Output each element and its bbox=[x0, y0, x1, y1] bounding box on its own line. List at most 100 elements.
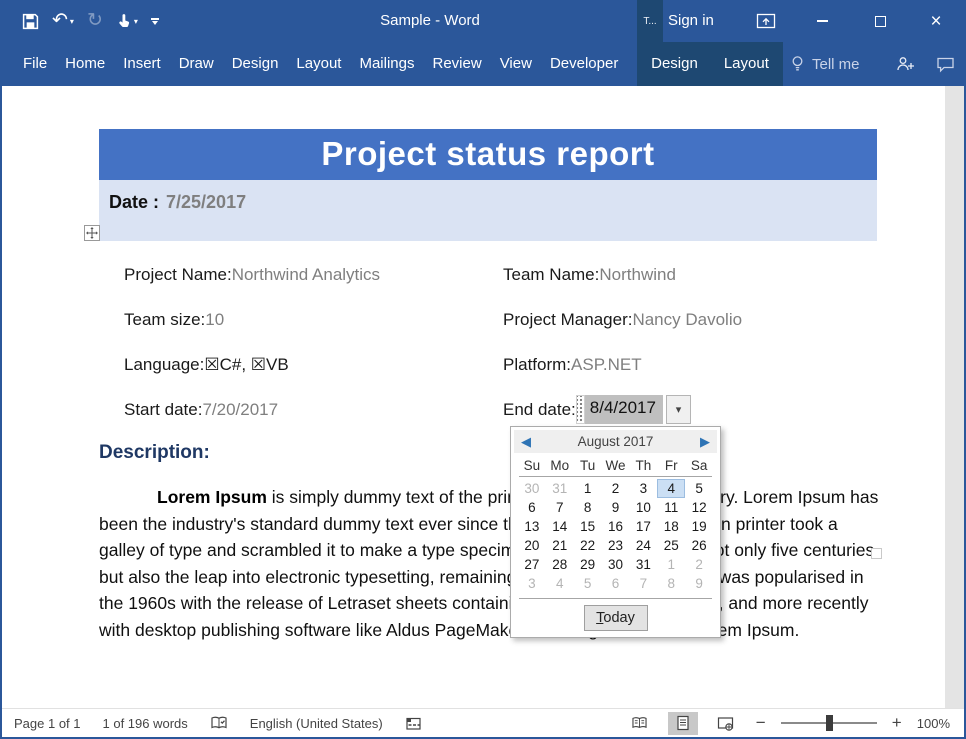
calendar-day[interactable]: 15 bbox=[574, 517, 602, 536]
date-dropdown-button[interactable]: ▾ bbox=[666, 395, 691, 424]
field-cell: Language:☒C#, ☒VB bbox=[124, 355, 503, 375]
day-header: We bbox=[602, 458, 630, 473]
calendar-day[interactable]: 2 bbox=[602, 479, 630, 498]
calendar-day[interactable]: 3 bbox=[629, 479, 657, 498]
calendar-day[interactable]: 30 bbox=[602, 555, 630, 574]
calendar-day[interactable]: 31 bbox=[546, 479, 574, 498]
calendar-day[interactable]: 7 bbox=[546, 498, 574, 517]
redo-icon: ↻ bbox=[87, 9, 103, 33]
calendar-separator-bottom bbox=[519, 598, 712, 599]
calendar-day[interactable]: 21 bbox=[546, 536, 574, 555]
calendar-day[interactable]: 26 bbox=[685, 536, 713, 555]
field-cell: Project Name:Northwind Analytics bbox=[124, 265, 503, 285]
read-mode-button[interactable] bbox=[625, 712, 655, 735]
page-count[interactable]: Page 1 of 1 bbox=[14, 716, 81, 731]
calendar-day[interactable]: 20 bbox=[518, 536, 546, 555]
tab-developer[interactable]: Developer bbox=[541, 42, 627, 86]
calendar-week-row: 272829303112 bbox=[511, 555, 720, 574]
calendar-day[interactable]: 29 bbox=[574, 555, 602, 574]
close-button[interactable]: × bbox=[914, 0, 958, 42]
sign-in-button[interactable]: Sign in bbox=[660, 0, 722, 42]
print-layout-button[interactable] bbox=[668, 712, 698, 735]
zoom-slider[interactable] bbox=[781, 715, 877, 731]
calendar-day[interactable]: 5 bbox=[685, 479, 713, 498]
contextual-tab-design[interactable]: Design bbox=[642, 42, 707, 86]
end-date-value[interactable]: 8/4/2017 bbox=[585, 395, 663, 424]
save-icon[interactable] bbox=[22, 9, 39, 33]
zoom-in-button[interactable]: + bbox=[890, 713, 904, 733]
ribbon-display-options-button[interactable] bbox=[753, 9, 779, 33]
calendar-day[interactable]: 28 bbox=[546, 555, 574, 574]
calendar-day[interactable]: 10 bbox=[629, 498, 657, 517]
calendar-day[interactable]: 8 bbox=[574, 498, 602, 517]
calendar-day[interactable]: 31 bbox=[629, 555, 657, 574]
minimize-button[interactable] bbox=[800, 0, 844, 42]
tab-design[interactable]: Design bbox=[223, 42, 288, 86]
end-date-picker-control[interactable]: 8/4/2017▾ bbox=[576, 395, 691, 424]
zoom-slider-thumb[interactable] bbox=[826, 715, 833, 731]
tab-home[interactable]: Home bbox=[56, 42, 114, 86]
touch-mode-dropdown-caret[interactable]: ▾ bbox=[134, 17, 138, 26]
undo-dropdown-caret[interactable]: ▾ bbox=[70, 17, 74, 26]
calendar-day[interactable]: 14 bbox=[546, 517, 574, 536]
content-control-handle[interactable] bbox=[576, 395, 585, 424]
calendar-day[interactable]: 5 bbox=[574, 574, 602, 593]
tab-view[interactable]: View bbox=[491, 42, 541, 86]
tab-draw[interactable]: Draw bbox=[170, 42, 223, 86]
tab-insert[interactable]: Insert bbox=[114, 42, 170, 86]
calendar-day[interactable]: 27 bbox=[518, 555, 546, 574]
field-label: End date: bbox=[503, 400, 576, 420]
language-indicator[interactable]: English (United States) bbox=[250, 716, 383, 731]
calendar-day[interactable]: 12 bbox=[685, 498, 713, 517]
touch-mode-button[interactable]: ▾ bbox=[116, 9, 138, 33]
calendar-day[interactable]: 7 bbox=[629, 574, 657, 593]
calendar-day[interactable]: 30 bbox=[518, 479, 546, 498]
calendar-day[interactable]: 9 bbox=[685, 574, 713, 593]
vertical-scrollbar[interactable] bbox=[945, 86, 964, 708]
calendar-day[interactable]: 2 bbox=[685, 555, 713, 574]
field-value: ☒C#, ☒VB bbox=[204, 355, 288, 375]
calendar-day[interactable]: 9 bbox=[602, 498, 630, 517]
next-month-button[interactable]: ▶ bbox=[700, 435, 710, 448]
web-layout-button[interactable] bbox=[711, 712, 741, 735]
previous-month-button[interactable]: ◀ bbox=[521, 435, 531, 448]
calendar-day[interactable]: 6 bbox=[602, 574, 630, 593]
calendar-day[interactable]: 3 bbox=[518, 574, 546, 593]
calendar-day[interactable]: 24 bbox=[629, 536, 657, 555]
calendar-day[interactable]: 25 bbox=[657, 536, 685, 555]
calendar-day[interactable]: 8 bbox=[657, 574, 685, 593]
calendar-day[interactable]: 23 bbox=[602, 536, 630, 555]
word-count[interactable]: 1 of 196 words bbox=[103, 716, 188, 731]
calendar-day[interactable]: 16 bbox=[602, 517, 630, 536]
table-move-handle[interactable] bbox=[84, 225, 100, 241]
share-person-add-icon[interactable] bbox=[888, 42, 922, 86]
comments-icon[interactable] bbox=[928, 42, 962, 86]
contextual-tab-layout[interactable]: Layout bbox=[715, 42, 778, 86]
tab-file[interactable]: File bbox=[14, 42, 56, 86]
undo-button[interactable]: ↶▾ bbox=[52, 9, 74, 33]
calendar-day[interactable]: 4 bbox=[546, 574, 574, 593]
date-label: Date : bbox=[109, 192, 159, 212]
macro-record-icon[interactable] bbox=[405, 716, 422, 731]
tab-mailings[interactable]: Mailings bbox=[350, 42, 423, 86]
calendar-day[interactable]: 18 bbox=[657, 517, 685, 536]
calendar-day[interactable]: 22 bbox=[574, 536, 602, 555]
calendar-day[interactable]: 11 bbox=[657, 498, 685, 517]
tab-layout[interactable]: Layout bbox=[287, 42, 350, 86]
tell-me-box[interactable]: Tell me bbox=[790, 42, 860, 86]
tab-review[interactable]: Review bbox=[424, 42, 491, 86]
maximize-button[interactable] bbox=[858, 0, 902, 42]
calendar-day[interactable]: 1 bbox=[574, 479, 602, 498]
zoom-level[interactable]: 100% bbox=[917, 716, 950, 731]
calendar-day[interactable]: 19 bbox=[685, 517, 713, 536]
calendar-day[interactable]: 1 bbox=[657, 555, 685, 574]
zoom-out-button[interactable]: − bbox=[754, 713, 768, 733]
calendar-day[interactable]: 17 bbox=[629, 517, 657, 536]
field-cell: Project Manager:Nancy Davolio bbox=[503, 310, 884, 330]
calendar-day-selected[interactable]: 4 bbox=[657, 479, 685, 498]
today-button[interactable]: Today bbox=[584, 605, 648, 631]
customize-quick-access-button[interactable] bbox=[151, 9, 159, 33]
calendar-day[interactable]: 13 bbox=[518, 517, 546, 536]
calendar-day[interactable]: 6 bbox=[518, 498, 546, 517]
proofing-icon[interactable] bbox=[210, 715, 228, 731]
